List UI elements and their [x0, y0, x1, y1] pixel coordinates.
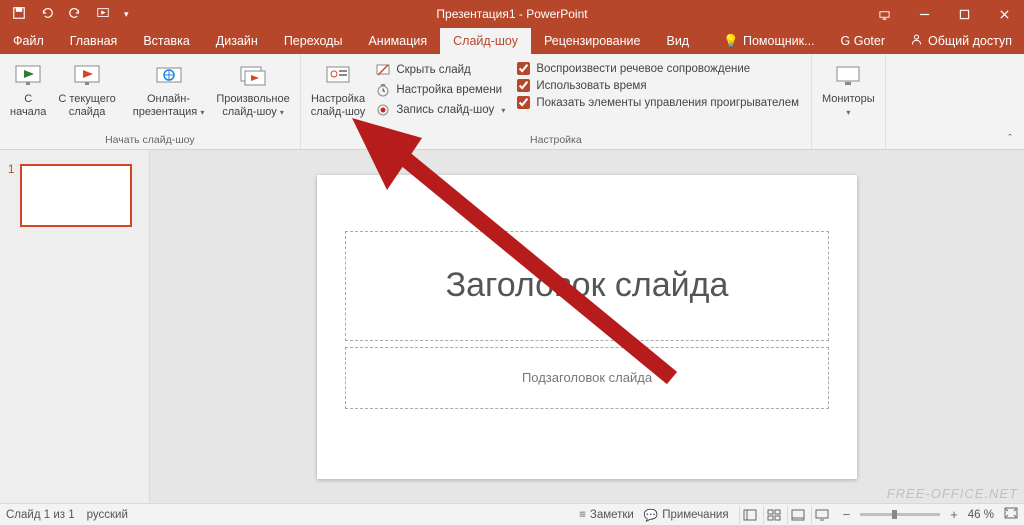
hide-slide-icon — [375, 62, 391, 78]
setup-slideshow-button[interactable]: Настройкаслайд-шоу — [305, 58, 372, 123]
qat-customize-icon[interactable]: ▾ — [124, 9, 129, 20]
share-label: Общий доступ — [928, 34, 1012, 48]
ribbon-tabs: Файл Главная Вставка Дизайн Переходы Ани… — [0, 28, 1024, 54]
sorter-view-icon[interactable] — [763, 506, 785, 524]
present-online-icon — [155, 60, 183, 92]
group-label-setup: Настройка — [305, 133, 807, 147]
quick-access-toolbar: ▾ — [0, 6, 129, 23]
setup-slideshow-icon — [324, 60, 352, 92]
slide-canvas: Заголовок слайда Подзаголовок слайда — [317, 175, 857, 479]
tab-transitions[interactable]: Переходы — [271, 28, 356, 54]
comments-button[interactable]: 💬Примечания — [644, 508, 729, 522]
view-buttons — [739, 506, 833, 524]
slide-thumbnail-1[interactable]: 1 — [8, 164, 141, 227]
chevron-down-icon: ▾ — [501, 106, 505, 115]
zoom-level[interactable]: 46 % — [968, 509, 994, 521]
chevron-down-icon: ▾ — [822, 106, 875, 119]
from-beginning-button[interactable]: Сначала — [4, 58, 52, 123]
title-placeholder[interactable]: Заголовок слайда — [345, 231, 829, 341]
language-indicator[interactable]: русский — [87, 509, 128, 521]
record-slideshow-button[interactable]: Запись слайд-шоу▾ — [375, 102, 505, 118]
tell-me[interactable]: 💡 Помощник... — [710, 34, 827, 49]
present-online-button[interactable]: Онлайн-презентация ▾ — [127, 58, 211, 123]
maximize-icon[interactable] — [944, 0, 984, 28]
reading-view-icon[interactable] — [787, 506, 809, 524]
group-label-monitors — [816, 133, 881, 147]
ribbon: Сначала С текущегослайда Онлайн-презента… — [0, 54, 1024, 150]
group-label-start: Начать слайд-шоу — [4, 133, 296, 147]
slide-counter[interactable]: Слайд 1 из 1 — [6, 509, 75, 521]
content-area: 1 Заголовок слайда Подзаголовок слайда — [0, 150, 1024, 503]
hide-slide-button[interactable]: Скрыть слайд — [375, 62, 505, 78]
status-bar: Слайд 1 из 1 русский ≡Заметки 💬Примечани… — [0, 503, 1024, 525]
slide-editor[interactable]: Заголовок слайда Подзаголовок слайда — [150, 150, 1024, 503]
undo-icon[interactable] — [40, 6, 54, 23]
monitors-button[interactable]: Мониторы▾ — [816, 58, 881, 123]
redo-icon[interactable] — [68, 6, 82, 23]
ribbon-options-icon[interactable] — [864, 0, 904, 28]
group-monitors: Мониторы▾ — [812, 54, 886, 149]
tab-file[interactable]: Файл — [0, 28, 57, 54]
rehearse-timings-button[interactable]: Настройка времени — [375, 82, 505, 98]
group-start-slideshow: Сначала С текущегослайда Онлайн-презента… — [0, 54, 301, 149]
thumbnail-pane: 1 — [0, 150, 150, 503]
play-narrations-checkbox[interactable]: Воспроизвести речевое сопровождение — [517, 62, 799, 75]
title-bar: ▾ Презентация1 - PowerPoint — [0, 0, 1024, 28]
play-from-current-icon — [73, 60, 101, 92]
normal-view-icon[interactable] — [739, 506, 761, 524]
thumbnail-number: 1 — [8, 164, 14, 227]
start-from-beginning-icon[interactable] — [96, 6, 110, 23]
notes-icon: ≡ — [579, 509, 586, 521]
from-current-button[interactable]: С текущегослайда — [52, 58, 121, 123]
play-from-start-icon — [14, 60, 42, 92]
account-name[interactable]: G Goter — [828, 34, 898, 48]
zoom-out-button[interactable]: − — [843, 507, 851, 522]
show-media-controls-checkbox[interactable]: Показать элементы управления проигрывате… — [517, 96, 799, 109]
thumbnail-preview — [20, 164, 132, 227]
monitor-icon — [834, 60, 862, 92]
zoom-slider[interactable] — [860, 513, 940, 516]
collapse-ribbon-icon[interactable]: ˆ — [996, 54, 1024, 149]
zoom-in-button[interactable]: + — [950, 507, 958, 522]
share-button[interactable]: Общий доступ — [898, 33, 1024, 49]
use-timings-checkbox[interactable]: Использовать время — [517, 79, 799, 92]
chevron-down-icon: ▾ — [280, 108, 284, 117]
clock-icon — [375, 82, 391, 98]
tab-animations[interactable]: Анимация — [355, 28, 440, 54]
custom-slideshow-icon — [239, 60, 267, 92]
notes-button[interactable]: ≡Заметки — [579, 509, 634, 521]
tab-insert[interactable]: Вставка — [130, 28, 202, 54]
record-icon — [375, 102, 391, 118]
window-title: Презентация1 - PowerPoint — [436, 7, 587, 21]
tab-design[interactable]: Дизайн — [203, 28, 271, 54]
slideshow-view-icon[interactable] — [811, 506, 833, 524]
lightbulb-icon: 💡 — [723, 34, 739, 49]
group-setup: Настройкаслайд-шоу Скрыть слайд Настройк… — [301, 54, 812, 149]
tab-slideshow[interactable]: Слайд-шоу — [440, 28, 531, 54]
chevron-down-icon: ▾ — [200, 108, 204, 117]
close-icon[interactable] — [984, 0, 1024, 28]
subtitle-placeholder[interactable]: Подзаголовок слайда — [345, 347, 829, 409]
tab-home[interactable]: Главная — [57, 28, 131, 54]
minimize-icon[interactable] — [904, 0, 944, 28]
custom-slideshow-button[interactable]: Произвольноеслайд-шоу ▾ — [210, 58, 295, 123]
comments-icon: 💬 — [644, 508, 658, 522]
fit-to-window-icon[interactable] — [1004, 507, 1018, 522]
share-icon — [910, 33, 923, 49]
tab-view[interactable]: Вид — [653, 28, 702, 54]
tab-review[interactable]: Рецензирование — [531, 28, 654, 54]
tell-me-label: Помощник... — [743, 34, 815, 48]
save-icon[interactable] — [12, 6, 26, 23]
window-controls — [864, 0, 1024, 28]
